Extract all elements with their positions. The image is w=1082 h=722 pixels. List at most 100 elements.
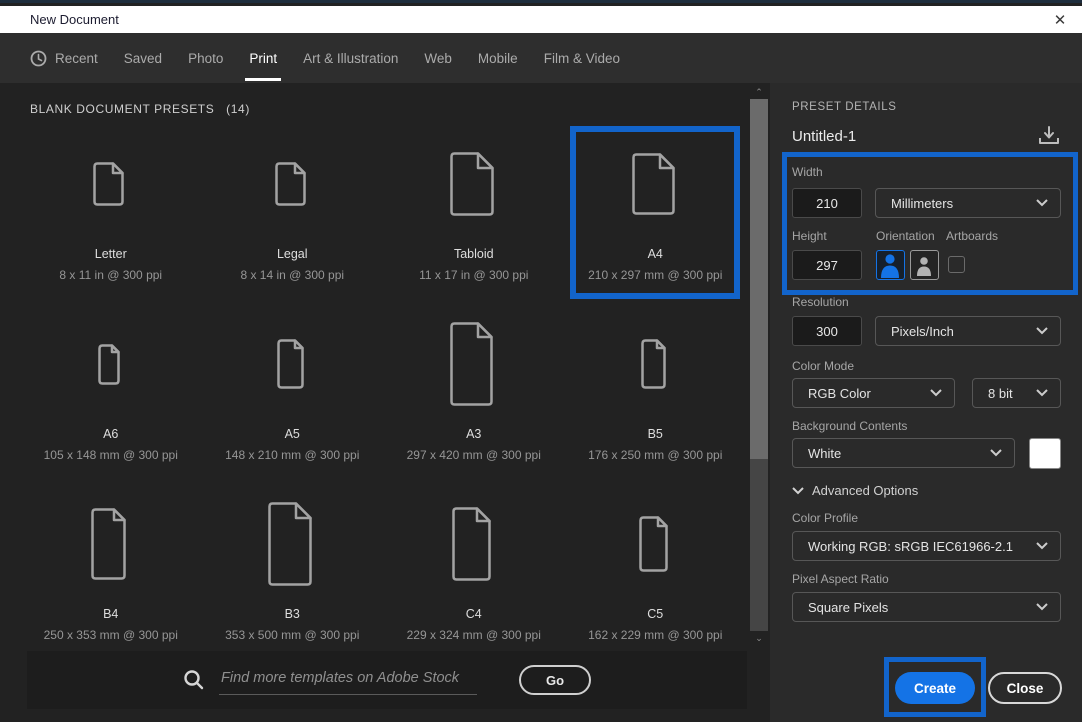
chevron-down-icon [990, 449, 1002, 457]
pixel-aspect-ratio-dropdown[interactable]: Square Pixels [792, 592, 1061, 622]
document-icon [638, 487, 673, 605]
advanced-options-toggle[interactable]: Advanced Options [792, 483, 918, 498]
preset-card-a5[interactable]: A5 148 x 210 mm @ 300 ppi [202, 307, 384, 487]
tab-mobile[interactable]: Mobile [478, 33, 518, 83]
tab-film-video[interactable]: Film & Video [544, 33, 620, 83]
preset-dimensions: 105 x 148 mm @ 300 ppi [43, 448, 178, 462]
color-mode-value: RGB Color [808, 385, 871, 401]
height-input[interactable] [792, 250, 862, 280]
document-icon [640, 307, 671, 425]
preset-card-tabloid[interactable]: Tabloid 11 x 17 in @ 300 ppi [383, 127, 565, 307]
resolution-units-dropdown[interactable]: Pixels/Inch [875, 316, 1061, 346]
units-dropdown[interactable]: Millimeters [875, 188, 1061, 218]
tab-saved[interactable]: Saved [124, 33, 162, 83]
tab-recent[interactable]: Recent [30, 33, 98, 83]
document-icon [90, 487, 131, 605]
go-button[interactable]: Go [519, 665, 591, 695]
chevron-down-icon [930, 389, 942, 397]
preset-dimensions: 8 x 11 in @ 300 ppi [59, 268, 163, 282]
close-button[interactable]: Close [988, 672, 1062, 704]
tab-label: Art & Illustration [303, 50, 399, 66]
preset-card-b3[interactable]: B3 353 x 500 mm @ 300 ppi [202, 487, 384, 667]
width-input[interactable] [792, 188, 862, 218]
scroll-up-icon[interactable]: ⌃ [750, 87, 768, 97]
tab-photo[interactable]: Photo [188, 33, 223, 83]
scrollbar-thumb[interactable] [750, 99, 768, 459]
document-icon [449, 127, 499, 245]
preset-name: C5 [647, 607, 664, 621]
scroll-down-icon[interactable]: ⌄ [750, 633, 768, 643]
resolution-units-value: Pixels/Inch [891, 323, 954, 339]
preset-card-letter[interactable]: Letter 8 x 11 in @ 300 ppi [20, 127, 202, 307]
preset-dimensions: 210 x 297 mm @ 300 ppi [588, 268, 723, 282]
artboards-label: Artboards [946, 229, 999, 243]
document-icon [92, 127, 129, 245]
preset-card-a4-selected[interactable]: A4 210 x 297 mm @ 300 ppi [565, 127, 747, 307]
presets-count: (14) [226, 102, 250, 116]
chevron-down-icon [1036, 199, 1048, 207]
search-icon [183, 669, 205, 691]
document-icon [267, 487, 317, 605]
close-icon[interactable]: ✕ [1050, 10, 1070, 30]
chevron-down-icon [1036, 542, 1048, 550]
preset-name: Legal [276, 247, 308, 261]
units-value: Millimeters [891, 195, 954, 211]
preset-name: A4 [647, 247, 663, 261]
background-contents-dropdown[interactable]: White [792, 438, 1015, 468]
preset-card-legal[interactable]: Legal 8 x 14 in @ 300 ppi [202, 127, 384, 307]
preset-dimensions: 162 x 229 mm @ 300 ppi [588, 628, 723, 642]
tab-label: Saved [123, 50, 163, 66]
preset-dimensions: 176 x 250 mm @ 300 ppi [588, 448, 723, 462]
preset-card-b4[interactable]: B4 250 x 353 mm @ 300 ppi [20, 487, 202, 667]
orientation-portrait-icon[interactable] [876, 250, 905, 280]
preset-dimensions: 148 x 210 mm @ 300 ppi [225, 448, 360, 462]
color-mode-label: Color Mode [792, 359, 855, 373]
tab-bar: Recent Saved Photo Print Art & Illustration W… [0, 33, 1082, 83]
document-icon [451, 487, 496, 605]
preset-card-b5[interactable]: B5 176 x 250 mm @ 300 ppi [565, 307, 747, 487]
tab-web[interactable]: Web [424, 33, 452, 83]
document-name[interactable]: Untitled-1 [792, 128, 856, 145]
chevron-down-icon [792, 486, 804, 495]
preset-details-heading: PRESET DETAILS [792, 101, 897, 113]
preset-name: C4 [465, 607, 482, 621]
document-icon [97, 307, 125, 425]
resolution-input[interactable] [792, 316, 862, 346]
save-preset-icon[interactable] [1038, 125, 1060, 152]
tab-print[interactable]: Print [245, 33, 281, 83]
background-contents-label: Background Contents [792, 419, 908, 433]
bit-depth-dropdown[interactable]: 8 bit [972, 378, 1061, 408]
presets-heading-text: BLANK DOCUMENT PRESETS [30, 102, 215, 116]
color-mode-dropdown[interactable]: RGB Color [792, 378, 955, 408]
height-label: Height [792, 229, 827, 243]
clock-icon [30, 50, 47, 67]
scrollbar[interactable]: ⌃ ⌄ [750, 87, 768, 643]
preset-card-a3[interactable]: A3 297 x 420 mm @ 300 ppi [383, 307, 565, 487]
preset-card-c4[interactable]: C4 229 x 324 mm @ 300 ppi [383, 487, 565, 667]
preset-details-panel: PRESET DETAILS Untitled-1 Width Millimet… [770, 83, 1082, 722]
tab-label: Film & Video [543, 50, 620, 66]
new-document-dialog: New Document ✕ Recent Saved Photo Print Art … [0, 0, 1082, 722]
preset-grid: Letter 8 x 11 in @ 300 ppi Legal 8 x 14 in … [20, 127, 746, 667]
tab-art-illustration[interactable]: Art & Illustration [303, 33, 398, 83]
title-bar: New Document ✕ [0, 6, 1082, 33]
tab-label: Web [424, 50, 452, 66]
background-color-swatch[interactable] [1029, 438, 1061, 469]
color-profile-dropdown[interactable]: Working RGB: sRGB IEC61966-2.1 [792, 531, 1061, 561]
color-profile-value: Working RGB: sRGB IEC61966-2.1 [808, 538, 1013, 554]
preset-name: B4 [103, 607, 119, 621]
preset-name: A3 [466, 427, 482, 441]
tab-label: Photo [188, 50, 224, 66]
chevron-down-icon [1036, 389, 1048, 397]
preset-card-c5[interactable]: C5 162 x 229 mm @ 300 ppi [565, 487, 747, 667]
preset-dimensions: 353 x 500 mm @ 300 ppi [225, 628, 360, 642]
tab-label: Mobile [477, 50, 518, 66]
orientation-landscape-icon[interactable] [910, 250, 939, 280]
artboards-checkbox[interactable] [948, 256, 965, 273]
create-button[interactable]: Create [895, 672, 975, 704]
preset-dimensions: 297 x 420 mm @ 300 ppi [406, 448, 541, 462]
search-input[interactable] [219, 665, 477, 695]
adobe-stock-search-bar: Go [27, 651, 747, 709]
preset-card-a6[interactable]: A6 105 x 148 mm @ 300 ppi [20, 307, 202, 487]
pixel-aspect-ratio-value: Square Pixels [808, 599, 889, 615]
